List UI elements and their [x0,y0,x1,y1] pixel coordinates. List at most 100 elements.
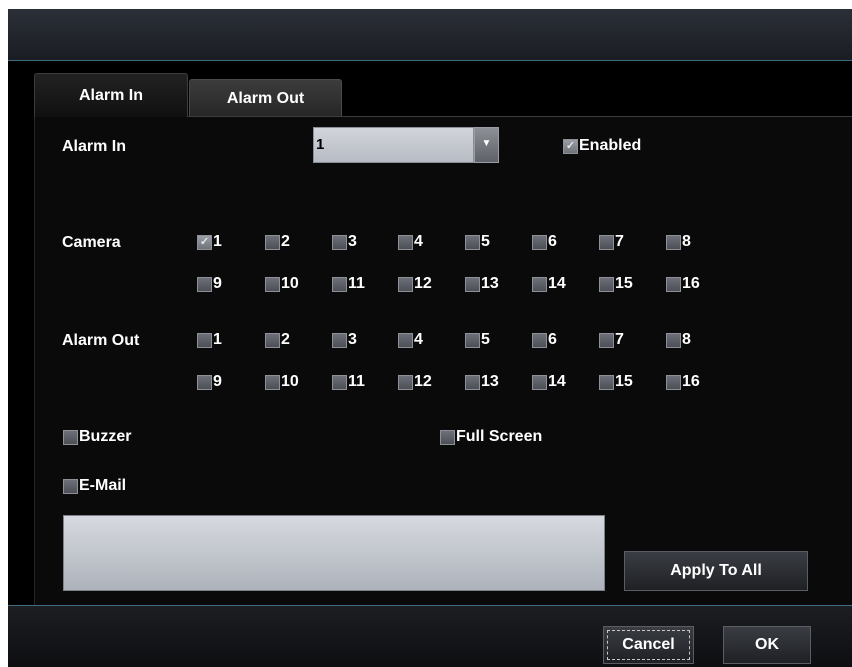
checkbox-box [666,276,681,292]
camera-checkbox-label: 6 [548,233,557,250]
checkbox-box [599,234,614,250]
alarm-out-checkbox-9[interactable]: 9 [197,373,222,391]
camera-checkbox-1[interactable]: ✓ 1 [197,233,222,251]
alarm-out-checkbox-3[interactable]: 3 [332,331,357,349]
dropdown-arrow-icon[interactable]: ▼ [474,127,499,163]
checkbox-box [532,276,547,292]
camera-checkbox-14[interactable]: 14 [532,275,566,293]
alarm-out-checkbox-1[interactable]: 1 [197,331,222,349]
full-screen-label: Full Screen [456,428,543,445]
checkbox-box [666,234,681,250]
alarm-out-checkbox-label: 15 [615,373,633,390]
alarm-out-checkbox-13[interactable]: 13 [465,373,499,391]
checkbox-box [197,276,212,292]
email-message-field[interactable] [63,515,605,591]
camera-checkbox-11[interactable]: 11 [332,275,365,293]
alarm-out-checkbox-7[interactable]: 7 [599,331,624,349]
checkbox-box [599,332,614,348]
full-screen-checkbox[interactable]: Full Screen [440,428,542,446]
focus-ring [607,630,690,660]
buzzer-label: Buzzer [79,428,132,445]
camera-checkbox-15[interactable]: 15 [599,275,633,293]
checkbox-box [599,276,614,292]
checkbox-box [332,332,347,348]
alarm-out-checkbox-label: 9 [213,373,222,390]
ok-button[interactable]: OK [723,626,811,664]
camera-checkbox-label: 8 [682,233,691,250]
alarm-out-checkbox-14[interactable]: 14 [532,373,566,391]
checkmark-icon: ✓ [197,234,212,250]
camera-checkbox-8[interactable]: 8 [666,233,691,251]
apply-to-all-button[interactable]: Apply To All [624,551,808,591]
checkbox-box [532,332,547,348]
camera-checkbox-12[interactable]: 12 [398,275,432,293]
alarm-out-checkbox-label: 1 [213,331,222,348]
camera-checkbox-label: 5 [481,233,490,250]
email-label: E-Mail [79,477,127,494]
cancel-button[interactable]: Cancel [603,626,694,664]
alarm-out-checkbox-2[interactable]: 2 [265,331,290,349]
camera-checkbox-label: 1 [213,233,222,250]
camera-checkbox-10[interactable]: 10 [265,275,299,293]
alarm-dialog: Alarm In Alarm Out Alarm In 1 ▼ ✓ Enable… [8,9,852,667]
camera-checkbox-label: 14 [548,275,566,292]
enabled-label: Enabled [579,137,642,154]
camera-checkbox-3[interactable]: 3 [332,233,357,251]
alarm-out-checkbox-12[interactable]: 12 [398,373,432,391]
camera-checkbox-2[interactable]: 2 [265,233,290,251]
alarm-out-checkbox-label: 12 [414,373,432,390]
alarm-in-select[interactable]: 1 [313,127,474,163]
alarm-out-checkbox-11[interactable]: 11 [332,373,365,391]
checkbox-box [599,374,614,390]
alarm-out-checkbox-5[interactable]: 5 [465,331,490,349]
alarm-in-label: Alarm In [62,138,127,155]
checkbox-box [265,374,280,390]
camera-checkbox-label: 16 [682,275,700,292]
alarm-out-label: Alarm Out [62,332,140,349]
camera-checkbox-9[interactable]: 9 [197,275,222,293]
alarm-out-checkbox-4[interactable]: 4 [398,331,423,349]
camera-checkbox-label: 10 [281,275,299,292]
tab-alarm-in[interactable]: Alarm In [34,73,188,117]
alarm-out-checkbox-label: 7 [615,331,624,348]
alarm-out-checkbox-label: 6 [548,331,557,348]
camera-checkbox-label: 15 [615,275,633,292]
camera-checkbox-6[interactable]: 6 [532,233,557,251]
checkbox-box [197,332,212,348]
camera-checkbox-16[interactable]: 16 [666,275,700,293]
checkbox-box [332,374,347,390]
checkbox-box [197,374,212,390]
checkbox-box [465,234,480,250]
camera-checkbox-7[interactable]: 7 [599,233,624,251]
checkbox-box [532,234,547,250]
alarm-out-checkbox-8[interactable]: 8 [666,331,691,349]
camera-checkbox-label: 13 [481,275,499,292]
alarm-out-checkbox-6[interactable]: 6 [532,331,557,349]
checkbox-box [398,276,413,292]
checkbox-box [465,276,480,292]
alarm-out-checkbox-label: 3 [348,331,357,348]
alarm-out-checkbox-10[interactable]: 10 [265,373,299,391]
checkbox-box [398,374,413,390]
tab-alarm-out[interactable]: Alarm Out [189,79,342,117]
checkmark-icon: ✓ [563,138,578,154]
camera-checkbox-label: 11 [348,275,365,292]
email-checkbox[interactable]: E-Mail [63,477,126,495]
checkbox-box [465,332,480,348]
alarm-out-checkbox-16[interactable]: 16 [666,373,700,391]
buzzer-checkbox[interactable]: Buzzer [63,428,131,446]
checkbox-box [63,478,78,494]
enabled-checkbox[interactable]: ✓ Enabled [563,137,641,155]
camera-label: Camera [62,234,121,251]
checkbox-box [465,374,480,390]
camera-checkbox-label: 2 [281,233,290,250]
camera-checkbox-4[interactable]: 4 [398,233,423,251]
checkbox-box [332,234,347,250]
checkbox-box [440,429,455,445]
checkbox-box [666,332,681,348]
camera-checkbox-13[interactable]: 13 [465,275,499,293]
checkbox-box [666,374,681,390]
camera-checkbox-label: 12 [414,275,432,292]
alarm-out-checkbox-15[interactable]: 15 [599,373,633,391]
camera-checkbox-5[interactable]: 5 [465,233,490,251]
